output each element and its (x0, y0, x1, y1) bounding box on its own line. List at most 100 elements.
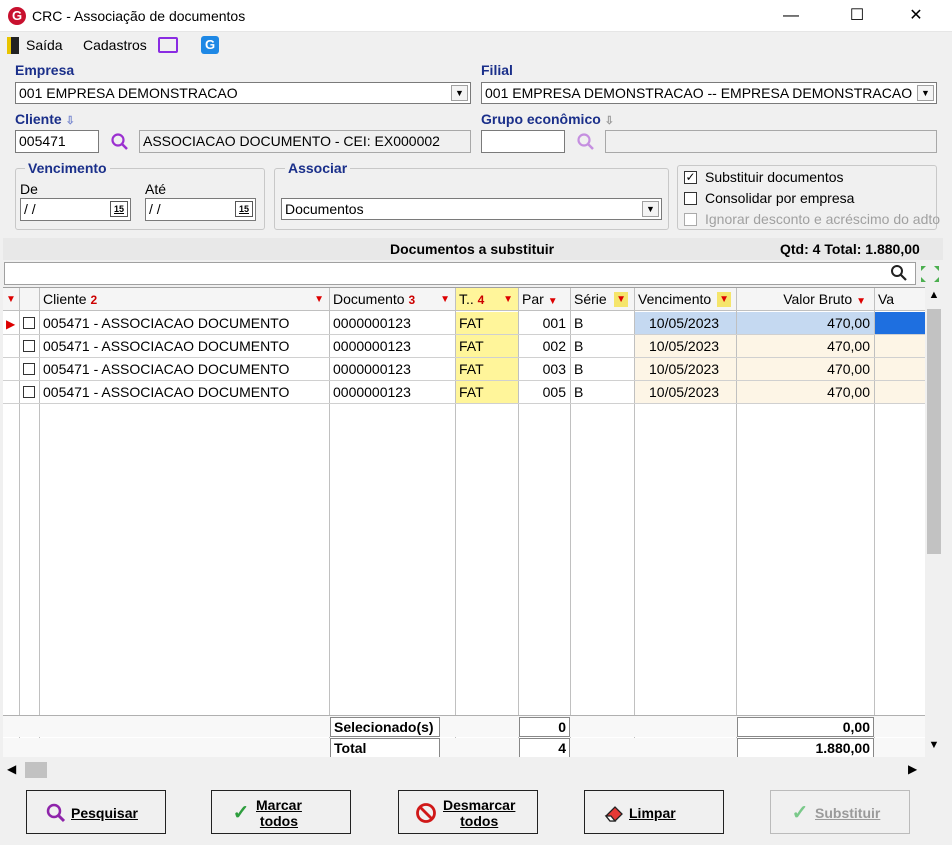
associar-value: Documentos (285, 201, 364, 217)
scroll-down-icon[interactable]: ▼ (925, 739, 943, 755)
substituir-label: Substituir (815, 805, 881, 821)
row-indicator: ▶ (6, 317, 16, 331)
header-documento[interactable]: Documento 3 ▼ (330, 288, 455, 311)
app-logo-icon: G (8, 7, 26, 25)
cell-valor-bruto: 470,00 (737, 381, 874, 403)
table-row[interactable]: ▶ 005471 - ASSOCIACAO DOCUMENTO 0000000123… (3, 312, 925, 335)
substituir-button[interactable]: ✓ Substituir (770, 790, 910, 834)
grupo-code-input[interactable] (481, 130, 565, 153)
search-icon[interactable] (576, 132, 596, 152)
scroll-right-icon[interactable]: ▶ (908, 762, 917, 776)
marcar-todos-button[interactable]: ✓ Marcar todos (211, 790, 351, 834)
table-row[interactable]: 005471 - ASSOCIACAO DOCUMENTO 0000000123 F… (3, 335, 925, 358)
ate-date-input[interactable]: / / 15 (145, 198, 256, 221)
grupo-label: Grupo econômico ⇩ (481, 111, 614, 127)
block-icon (416, 803, 436, 823)
horizontal-scrollbar[interactable]: ◀ ▶ (3, 760, 925, 780)
filter-icon[interactable]: ▼ (717, 292, 731, 307)
cell-tipo: FAT (456, 335, 518, 357)
header-vencimento[interactable]: Vencimento ▼ (635, 288, 736, 311)
chevron-down-icon[interactable]: ▼ (642, 201, 659, 217)
footer-selecionados: Selecionado(s) 0 0,00 (3, 715, 925, 737)
chevron-down-icon[interactable]: ▼ (451, 85, 468, 101)
selecionados-valor: 0,00 (737, 717, 874, 737)
row-indicator (3, 381, 19, 403)
filter-icon[interactable]: ▼ (440, 288, 450, 310)
cell-valor-bruto: 470,00 (737, 335, 874, 357)
cell-cliente: 005471 - ASSOCIACAO DOCUMENTO (43, 338, 290, 354)
vertical-scrollbar[interactable]: ▲ ▼ (925, 287, 943, 757)
cliente-code-input[interactable]: 005471 (15, 130, 99, 153)
header-valor-bruto[interactable]: Valor Bruto ▼ (737, 288, 874, 311)
exit-door-icon[interactable] (7, 37, 19, 54)
check-icon: ✓ (791, 802, 809, 824)
documents-grid[interactable]: ▼ Cliente 2 ▼ Documento 3 ▼ T.. 4 ▼ Par … (3, 287, 925, 757)
associar-select[interactable]: Documentos ▼ (281, 198, 662, 220)
search-icon (46, 803, 66, 823)
search-icon[interactable] (890, 264, 908, 282)
consolidar-checkbox[interactable] (684, 192, 697, 205)
cell-serie: B (574, 361, 584, 377)
pesquisar-button[interactable]: Pesquisar (26, 790, 166, 834)
close-button[interactable]: ✕ (893, 0, 939, 32)
cell-vencimento: 10/05/2023 (635, 335, 736, 357)
ate-date-value: / / (149, 201, 161, 217)
monitor-icon[interactable] (158, 37, 178, 53)
substituir-checkbox[interactable]: ✓ (684, 171, 697, 184)
scroll-thumb[interactable] (927, 309, 941, 554)
filter-icon[interactable]: ▼ (856, 296, 866, 307)
calendar-icon[interactable]: 15 (235, 201, 253, 217)
empresa-select[interactable]: 001 EMPRESA DEMONSTRACAO ▼ (15, 82, 471, 104)
limpar-button[interactable]: Limpar (584, 790, 724, 834)
cliente-label: Cliente ⇩ (15, 111, 75, 127)
cell-documento: 0000000123 (333, 315, 411, 331)
table-row[interactable]: 005471 - ASSOCIACAO DOCUMENTO 0000000123 F… (3, 381, 925, 404)
row-checkbox[interactable] (22, 358, 37, 380)
grupo-name-field (605, 130, 937, 153)
grid-search-input[interactable] (4, 262, 916, 285)
header-serie[interactable]: Série ▼ (571, 288, 634, 311)
expand-icon[interactable] (919, 264, 941, 284)
filter-icon[interactable]: ▼ (503, 288, 513, 310)
desmarcar-todos-button[interactable]: Desmarcar todos (398, 790, 538, 834)
cell-vencimento: 10/05/2023 (635, 381, 736, 403)
cell-va (875, 381, 925, 403)
chevron-down-icon[interactable]: ▼ (917, 85, 934, 101)
cell-vencimento: 10/05/2023 (635, 312, 736, 334)
row-checkbox[interactable] (22, 312, 37, 334)
app-g-icon[interactable]: G (201, 36, 219, 54)
header-tipo[interactable]: T.. 4 ▼ (456, 288, 518, 311)
header-par[interactable]: Par ▼ (519, 288, 570, 311)
cell-documento: 0000000123 (333, 361, 411, 377)
filter-icon[interactable]: ▼ (548, 296, 558, 307)
minimize-button[interactable]: — (768, 0, 814, 32)
search-icon[interactable] (110, 132, 130, 152)
menu-saida[interactable]: Saída (26, 37, 63, 53)
cell-vencimento: 10/05/2023 (635, 358, 736, 380)
table-row[interactable]: 005471 - ASSOCIACAO DOCUMENTO 0000000123 F… (3, 358, 925, 381)
header-cliente[interactable]: Cliente 2 ▼ (40, 288, 329, 311)
row-checkbox[interactable] (22, 335, 37, 357)
cell-documento: 0000000123 (333, 338, 411, 354)
filter-icon[interactable]: ▼ (614, 292, 628, 307)
cell-valor-bruto: 470,00 (737, 358, 874, 380)
grid-title-bar: Documentos a substituir Qtd: 4 Total: 1.… (3, 238, 943, 260)
cell-serie: B (574, 338, 584, 354)
scroll-thumb[interactable] (25, 762, 47, 778)
filial-select[interactable]: 001 EMPRESA DEMONSTRACAO -- EMPRESA DEMO… (481, 82, 937, 104)
de-date-input[interactable]: / / 15 (20, 198, 131, 221)
scroll-left-icon[interactable]: ◀ (7, 762, 16, 776)
menu-cadastros[interactable]: Cadastros (83, 37, 147, 53)
maximize-button[interactable]: ☐ (834, 0, 880, 32)
cell-va (875, 335, 925, 357)
cell-serie: B (574, 315, 584, 331)
scroll-up-icon[interactable]: ▲ (925, 289, 943, 305)
calendar-icon[interactable]: 15 (110, 201, 128, 217)
header-va[interactable]: Va (875, 288, 925, 311)
ignorar-checkbox[interactable] (684, 213, 697, 226)
row-checkbox[interactable] (22, 381, 37, 403)
empresa-label: Empresa (15, 62, 75, 78)
filter-icon[interactable]: ▼ (314, 288, 324, 310)
marcar-todos-label: Marcar todos (256, 797, 302, 829)
cell-par: 001 (542, 315, 566, 331)
